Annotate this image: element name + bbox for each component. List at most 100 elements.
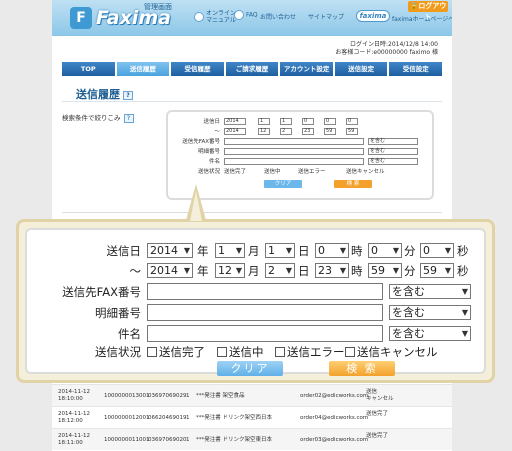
filter-label-text: 検索条件で絞りこみ xyxy=(62,114,121,122)
nav-faq[interactable]: FAQ xyxy=(234,10,258,20)
status-sending-checkbox[interactable]: 送信中 xyxy=(217,343,264,361)
search-button[interactable]: 検 索 xyxy=(329,361,395,376)
small-to-minute[interactable]: 59 xyxy=(324,128,336,135)
status-error-checkbox[interactable]: 送信エラー xyxy=(275,343,345,361)
logout-button[interactable]: 🔒ログアウト xyxy=(408,1,448,21)
to-year-select[interactable]: 2014 ▼ xyxy=(147,263,193,278)
fax-match-select[interactable]: を含む ▼ xyxy=(389,284,471,299)
small-from-year[interactable]: 2014 xyxy=(224,118,246,125)
row-subject: ***発注書 架空食品 xyxy=(196,393,245,399)
page-title-text: 送信履歴 xyxy=(76,88,120,101)
faxima-brand-badge[interactable]: faxima xyxy=(356,10,390,22)
tab-receive-history[interactable]: 受信履歴 xyxy=(171,62,224,76)
small-status-done[interactable]: 送信完了 xyxy=(224,168,246,176)
tab-top[interactable]: TOP xyxy=(62,62,115,76)
row-email: order04@edicworks.com xyxy=(300,415,369,421)
manual-icon xyxy=(194,12,204,22)
small-detail-label: 明細番号 xyxy=(197,149,220,155)
small-from-month[interactable]: 1 xyxy=(258,118,270,125)
row-pages: 1 xyxy=(186,437,190,443)
main-tabs: TOP 送信履歴 受信履歴 ご請求履歴 アカウント設定 送信設定 受信設定 xyxy=(62,62,443,76)
nav-online-manual[interactable]: オンライン マニュアル xyxy=(194,10,236,24)
from-second-select[interactable]: 0 ▼ xyxy=(420,243,454,258)
small-detail-input[interactable] xyxy=(224,148,364,155)
tab-billing-history[interactable]: ご請求履歴 xyxy=(225,62,279,76)
help-icon[interactable]: ? xyxy=(123,90,133,100)
small-detail-match[interactable]: を含む xyxy=(368,148,418,155)
home-page-link[interactable]: faximaホームページへ xyxy=(392,14,452,23)
table-row[interactable]: 2014-11-12 18:11:00 1000000011001 0369706… xyxy=(52,428,452,450)
small-fax-match[interactable]: を含む xyxy=(368,138,418,145)
from-year-select[interactable]: 2014 ▼ xyxy=(147,243,193,258)
nav-sitemap[interactable]: サイトマップ xyxy=(308,14,344,21)
subject-input[interactable] xyxy=(147,325,383,342)
small-status-cancel[interactable]: 送信キャンセル xyxy=(346,168,385,176)
subject-match-value: を含む xyxy=(392,327,425,340)
small-status-sending[interactable]: 送信中 xyxy=(264,168,281,176)
small-from-minute[interactable]: 0 xyxy=(324,118,336,125)
from-hour-value: 0 xyxy=(318,244,325,257)
from-day-select[interactable]: 1 ▼ xyxy=(265,243,295,258)
small-from-second[interactable]: 0 xyxy=(346,118,358,125)
search-form-large: 送信日 2014 ▼ 年 1 ▼ 月 1 ▼ 日 0 ▼ 時 0 ▼ 分 0 ▼ 秒 〜 2… xyxy=(25,228,486,376)
filter-help-icon[interactable]: ? xyxy=(123,113,134,123)
from-minute-select[interactable]: 0 ▼ xyxy=(368,243,402,258)
detail-number-input[interactable] xyxy=(147,304,383,321)
faxima-logo[interactable]: F Faxima 管理画面 xyxy=(70,3,178,31)
date-label: 送信日 xyxy=(106,244,142,258)
from-hour-select[interactable]: 0 ▼ xyxy=(315,243,349,258)
search-form-small: 送信日 2014 1 1 0 0 0 〜 2014 12 2 23 59 59 … xyxy=(166,110,434,200)
tab-receive-settings[interactable]: 受信設定 xyxy=(389,62,443,76)
status-error-label: 送信エラー xyxy=(287,345,345,359)
row-email: order02@edicworks.com xyxy=(300,393,369,399)
small-from-hour[interactable]: 0 xyxy=(302,118,314,125)
small-subject-match[interactable]: を含む xyxy=(368,158,418,165)
small-to-month[interactable]: 12 xyxy=(258,128,270,135)
small-fax-input[interactable] xyxy=(224,138,364,145)
page: F Faxima 管理画面 オンライン マニュアル FAQ お問い合わせ サイト… xyxy=(0,0,512,451)
detail-match-select[interactable]: を含む ▼ xyxy=(389,305,471,320)
table-row[interactable]: 2014-11-12 18:10:00 1000000013001 0369706… xyxy=(52,384,452,406)
small-status-error[interactable]: 送信エラー xyxy=(298,168,326,176)
small-from-day[interactable]: 1 xyxy=(280,118,292,125)
small-date-from-row: 送信日 2014 1 1 0 0 0 xyxy=(168,118,436,126)
small-subject-input[interactable] xyxy=(224,158,364,165)
status-sending-label: 送信中 xyxy=(229,345,264,359)
logo-subtitle: 管理画面 xyxy=(144,3,172,11)
status-done-checkbox[interactable]: 送信完了 xyxy=(147,343,205,361)
tab-send-history[interactable]: 送信履歴 xyxy=(116,62,170,76)
small-to-year[interactable]: 2014 xyxy=(224,128,246,135)
small-to-hour[interactable]: 23 xyxy=(302,128,314,135)
row-date: 2014-11-12 18:12:00 xyxy=(58,411,90,425)
day-unit: 日 xyxy=(298,264,310,278)
small-search-button[interactable]: 検 索 xyxy=(334,180,372,188)
small-date-label: 送信日 xyxy=(203,119,220,125)
hour-unit: 時 xyxy=(351,264,363,278)
tab-account-settings[interactable]: アカウント設定 xyxy=(280,62,333,76)
small-to-day[interactable]: 2 xyxy=(280,128,292,135)
subject-match-select[interactable]: を含む ▼ xyxy=(389,326,471,341)
nav-contact[interactable]: お問い合わせ xyxy=(260,14,296,21)
to-second-select[interactable]: 59 ▼ xyxy=(420,263,454,278)
row-date: 2014-11-12 18:11:00 xyxy=(58,433,90,447)
from-month-value: 1 xyxy=(218,244,225,257)
from-second-value: 0 xyxy=(423,244,430,257)
small-to-second[interactable]: 59 xyxy=(346,128,358,135)
small-clear-button[interactable]: クリア xyxy=(264,180,302,188)
title-divider xyxy=(62,101,442,102)
from-month-select[interactable]: 1 ▼ xyxy=(215,243,245,258)
table-row[interactable]: 2014-11-12 18:12:00 1000000012001 0662046… xyxy=(52,406,452,428)
chevron-down-icon: ▼ xyxy=(339,266,346,275)
to-day-select[interactable]: 2 ▼ xyxy=(265,263,295,278)
detail-label: 明細番号 xyxy=(95,306,141,320)
clear-button[interactable]: クリア xyxy=(217,361,283,376)
to-month-select[interactable]: 12 ▼ xyxy=(215,263,245,278)
tab-send-settings[interactable]: 送信設定 xyxy=(334,62,388,76)
chevron-down-icon: ▼ xyxy=(285,266,292,275)
to-minute-select[interactable]: 59 ▼ xyxy=(368,263,402,278)
status-cancel-checkbox[interactable]: 送信キャンセル xyxy=(345,343,438,361)
fax-number-input[interactable] xyxy=(147,283,383,300)
year-unit: 年 xyxy=(197,264,209,278)
hour-unit: 時 xyxy=(351,244,363,258)
to-hour-select[interactable]: 23 ▼ xyxy=(315,263,349,278)
